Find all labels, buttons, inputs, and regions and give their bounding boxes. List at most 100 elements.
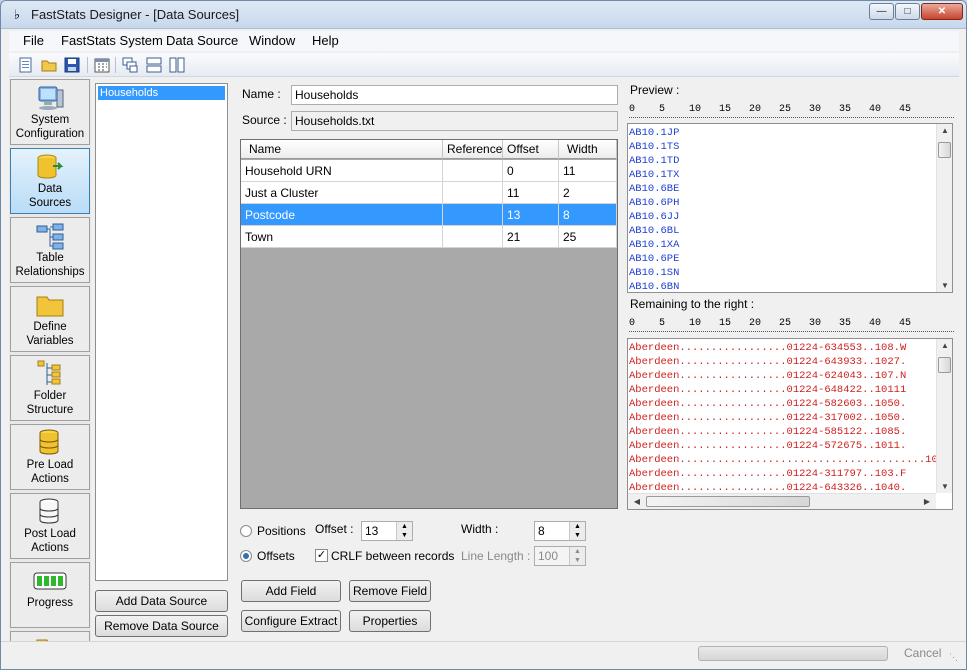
cell-name[interactable]: Household URN — [241, 160, 443, 182]
close-button[interactable]: ✕ — [921, 3, 963, 20]
data-source-list[interactable]: Households — [95, 83, 228, 581]
spin-arrows-icon[interactable]: ▲ ▼ — [569, 522, 585, 540]
cell-width[interactable]: 11 — [559, 160, 617, 182]
tile-horizontal-icon[interactable] — [145, 56, 163, 74]
preview-line: AB10.6PH — [629, 197, 680, 209]
column-header-width[interactable]: Width — [559, 140, 617, 159]
scroll-up-icon[interactable]: ▲ — [937, 126, 952, 135]
scroll-down-icon[interactable]: ▼ — [937, 281, 952, 290]
maximize-button[interactable]: □ — [895, 3, 920, 20]
add-field-button[interactable]: Add Field — [241, 580, 341, 602]
positions-radio[interactable] — [240, 525, 252, 537]
column-header-name[interactable]: Name — [241, 140, 443, 159]
cell-offset[interactable]: 11 — [503, 182, 559, 204]
nav-progress[interactable]: Progress — [10, 562, 90, 628]
remaining-vertical-scrollbar[interactable]: ▲ ▼ — [936, 339, 952, 493]
positions-label: Positions — [257, 524, 306, 538]
nav-label-line2: Relationships — [15, 266, 85, 278]
menu-window[interactable]: Window — [249, 33, 295, 48]
configure-extract-button[interactable]: Configure Extract — [241, 610, 341, 632]
remaining-box[interactable]: Aberdeen.................01224-634553..1… — [627, 338, 953, 510]
nav-define-variables[interactable]: Define Variables — [10, 286, 90, 352]
crlf-label: CRLF between records — [331, 549, 455, 563]
scroll-down-icon[interactable]: ▼ — [937, 482, 952, 491]
remaining-line: Aberdeen.................01224-317002..1… — [629, 412, 907, 424]
width-stepper[interactable]: 8 ▲ ▼ — [534, 521, 586, 541]
cell-reference[interactable] — [443, 160, 503, 182]
scroll-up-icon[interactable]: ▲ — [937, 341, 952, 350]
nav-label-line1: Table — [36, 252, 64, 264]
menu-data-source[interactable]: Data Source — [166, 33, 238, 48]
menu-faststats-system[interactable]: FastStats System — [61, 33, 163, 48]
cell-name[interactable]: Just a Cluster — [241, 182, 443, 204]
remaining-line: Aberdeen.................01224-634553..1… — [629, 342, 907, 354]
cell-reference[interactable] — [443, 204, 503, 226]
scroll-thumb[interactable] — [938, 142, 951, 158]
calendar-icon[interactable] — [93, 56, 111, 74]
grid-header: Name Reference Offset Width — [241, 140, 617, 159]
menu-file[interactable]: File — [23, 33, 44, 48]
progress-icon — [33, 572, 67, 590]
nav-label-line1: Define — [33, 321, 67, 333]
remaining-horizontal-scrollbar[interactable]: ◀ ▶ — [628, 493, 936, 509]
offset-stepper[interactable]: 13 ▲ ▼ — [361, 521, 413, 541]
app-window: ♭ FastStats Designer - [Data Sources] — … — [0, 0, 967, 670]
scroll-left-icon[interactable]: ◀ — [629, 497, 645, 506]
new-icon[interactable] — [17, 56, 35, 74]
menu-help[interactable]: Help — [312, 33, 339, 48]
remove-field-button[interactable]: Remove Field — [349, 580, 431, 602]
nav-label-line1: Data — [37, 183, 63, 195]
spin-arrows-icon: ▲ ▼ — [569, 547, 585, 565]
nav-label-line2: Actions — [31, 542, 69, 554]
name-field[interactable]: Households — [291, 85, 618, 105]
line-length-stepper: 100 ▲ ▼ — [534, 546, 586, 566]
scroll-thumb[interactable] — [938, 357, 951, 373]
cancel-link[interactable]: Cancel — [904, 646, 941, 660]
source-field: Households.txt — [291, 111, 618, 131]
cascade-icon[interactable] — [121, 56, 139, 74]
nav-folder-structure[interactable]: Folder Structure — [10, 355, 90, 421]
folder-icon — [36, 296, 64, 317]
remove-data-source-button[interactable]: Remove Data Source — [95, 615, 228, 637]
column-header-offset[interactable]: Offset — [503, 140, 559, 159]
cell-reference[interactable] — [443, 182, 503, 204]
cell-reference[interactable] — [443, 226, 503, 248]
table-row[interactable]: Household URN 0 11 — [241, 160, 617, 182]
table-row[interactable]: Town 21 25 — [241, 226, 617, 248]
nav-label-line1: System — [30, 114, 70, 126]
nav-post-load-actions[interactable]: Post Load Actions — [10, 493, 90, 559]
add-data-source-button[interactable]: Add Data Source — [95, 590, 228, 612]
list-item[interactable]: Households — [98, 86, 225, 100]
open-icon[interactable] — [40, 56, 58, 74]
cell-width[interactable]: 8 — [559, 204, 617, 226]
preview-box[interactable]: AB10.1JP AB10.1TS AB10.1TD AB10.1TX AB10.6BE… — [627, 123, 953, 293]
nav-data-sources[interactable]: Data Sources — [10, 148, 90, 214]
scroll-thumb[interactable] — [646, 496, 810, 507]
cell-width[interactable]: 25 — [559, 226, 617, 248]
offsets-radio[interactable] — [240, 550, 252, 562]
cell-name[interactable]: Town — [241, 226, 443, 248]
column-header-reference[interactable]: Reference — [443, 140, 503, 159]
cell-offset[interactable]: 13 — [503, 204, 559, 226]
tile-vertical-icon[interactable] — [168, 56, 186, 74]
nav-table-relationships[interactable]: Table Relationships — [10, 217, 90, 283]
preview-line: AB10.6JJ — [629, 211, 680, 223]
spin-arrows-icon[interactable]: ▲ ▼ — [396, 522, 412, 540]
nav-label-line2: Variables — [26, 335, 74, 347]
scroll-right-icon[interactable]: ▶ — [919, 497, 935, 506]
minimize-button[interactable]: — — [869, 3, 894, 20]
cell-name[interactable]: Postcode — [241, 204, 443, 226]
cell-offset[interactable]: 21 — [503, 226, 559, 248]
crlf-checkbox[interactable]: ✓ — [315, 549, 328, 562]
nav-pre-load-actions[interactable]: Pre Load Actions — [10, 424, 90, 490]
properties-button[interactable]: Properties — [349, 610, 431, 632]
cell-width[interactable]: 2 — [559, 182, 617, 204]
width-value: 8 — [538, 524, 545, 538]
table-row[interactable]: Postcode 13 8 — [241, 204, 617, 226]
save-icon[interactable] — [63, 56, 81, 74]
nav-system-configuration[interactable]: System Configuration — [10, 79, 90, 145]
table-row[interactable]: Just a Cluster 11 2 — [241, 182, 617, 204]
preview-vertical-scrollbar[interactable]: ▲ ▼ — [936, 124, 952, 292]
resize-grip-icon[interactable]: ⋱ — [949, 652, 958, 663]
cell-offset[interactable]: 0 — [503, 160, 559, 182]
